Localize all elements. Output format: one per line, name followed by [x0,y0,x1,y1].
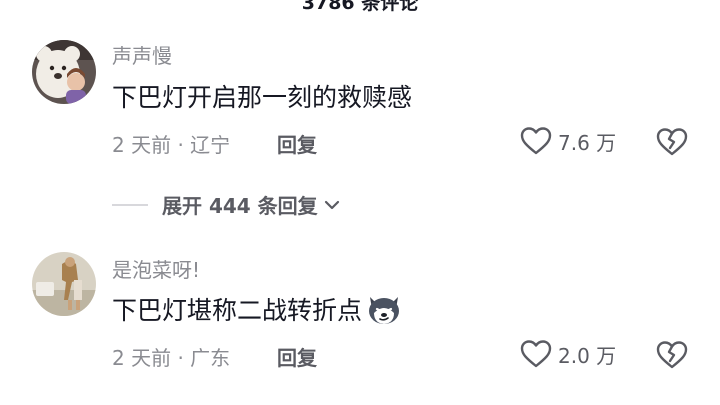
comment-item: 是泡菜呀! 下巴灯堪称二战转折点 2 天前 · 广东 回复 2.0 万 [0,0,720,370]
comment-time-location: 2 天前 · 广东 [112,346,231,370]
divider-line [112,203,148,206]
reply-button[interactable]: 回复 [277,342,317,371]
heart-outline-icon [520,340,552,368]
like-button[interactable]: 2.0 万 [520,339,616,369]
broken-heart-icon [656,341,688,369]
comment-time-location: 2 天前 · 辽宁 [112,133,231,157]
chevron-down-icon [324,200,339,209]
comment-username[interactable]: 是泡菜呀! [112,254,200,283]
comment-text: 下巴灯堪称二战转折点 [112,296,363,325]
avatar[interactable] [32,252,96,316]
expand-replies-button[interactable]: 展开 444 条回复 [112,190,342,219]
like-count: 2.0 万 [558,343,617,368]
expand-replies-label: 展开 444 条回复 [162,194,318,218]
like-count: 7.6 万 [558,130,617,155]
broken-heart-icon [656,128,688,156]
reply-button[interactable]: 回复 [277,129,317,158]
avatar-image [32,252,96,316]
dislike-button[interactable] [656,126,688,158]
husky-dog-emoji-icon [369,297,400,324]
like-button[interactable]: 7.6 万 [520,126,616,156]
comment-text-row: 下巴灯堪称二战转折点 [112,291,402,327]
heart-outline-icon [520,127,552,155]
dislike-button[interactable] [656,339,688,371]
